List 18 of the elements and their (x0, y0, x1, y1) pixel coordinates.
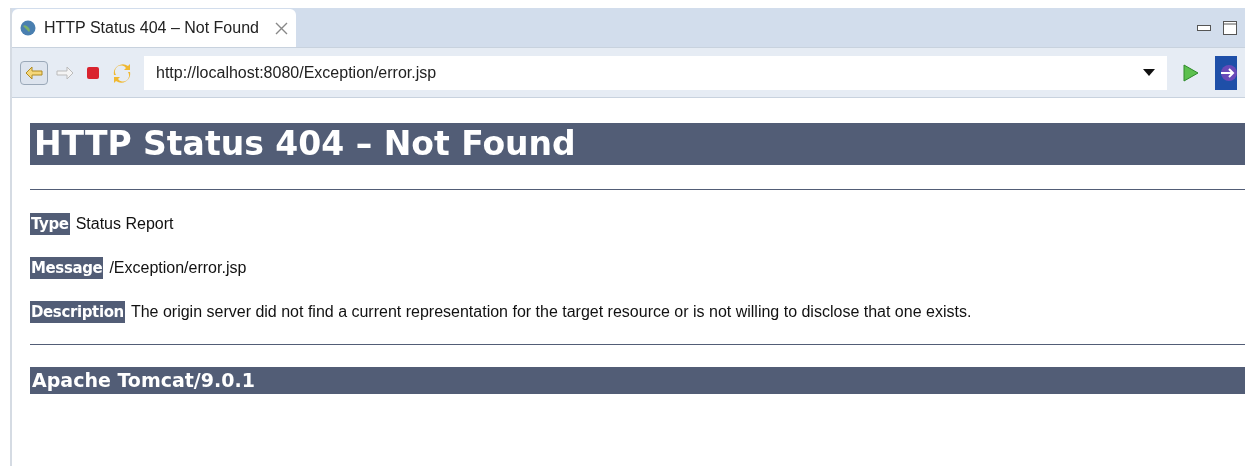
dropdown-caret-icon[interactable] (1143, 69, 1155, 76)
play-icon[interactable] (1183, 63, 1199, 82)
footer-banner: Apache Tomcat/9.0.1 (30, 367, 1245, 394)
stop-icon[interactable] (86, 65, 100, 80)
page-heading: HTTP Status 404 – Not Found (30, 123, 1245, 165)
field-label: Type (30, 212, 70, 236)
field-value: /Exception/error.jsp (109, 258, 247, 278)
minimize-icon[interactable] (1197, 24, 1211, 32)
browser-tab[interactable]: HTTP Status 404 – Not Found (12, 9, 296, 47)
address-field[interactable]: http://localhost:8080/Exception/error.jsp (144, 55, 1167, 90)
field-label: Message (30, 256, 104, 280)
close-icon[interactable] (274, 21, 288, 35)
left-arrow-icon (25, 65, 43, 80)
field-value: Status Report (75, 214, 174, 234)
field-value: The origin server did not find a current representation for the target resource or is not willing to disclose that one exists. (130, 302, 972, 322)
maximize-icon[interactable] (1223, 21, 1237, 35)
globe-icon (20, 20, 36, 36)
field-label: Description (30, 300, 125, 324)
